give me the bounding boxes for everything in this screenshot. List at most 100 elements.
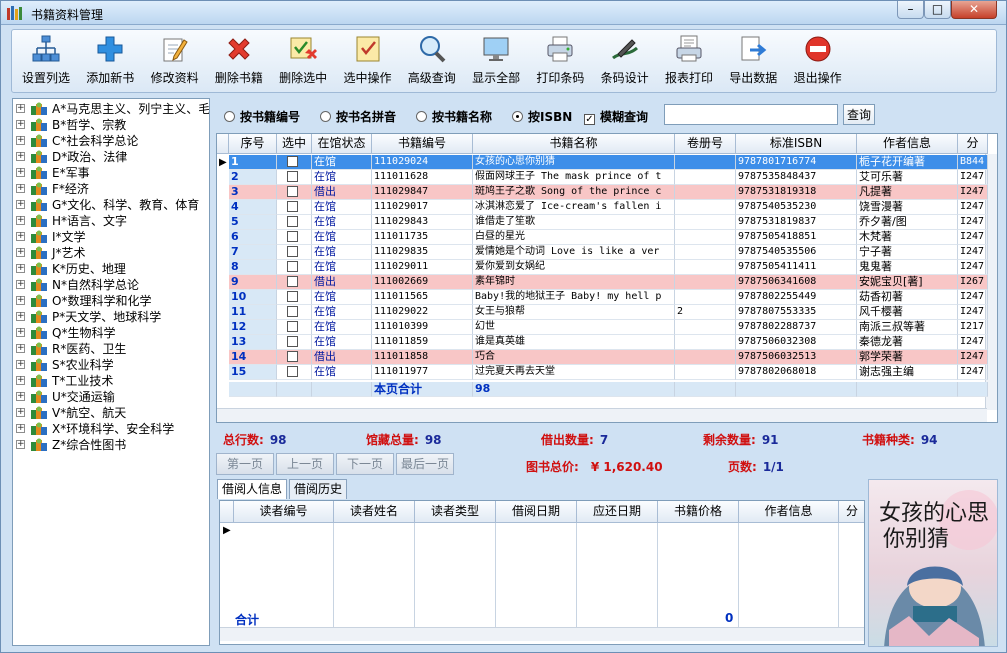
table-row[interactable]: 13 在馆 111011859 谁是真英雄 9787506032308 秦德龙著 I247 xyxy=(217,335,988,350)
grid-cell-chk[interactable] xyxy=(277,290,312,305)
toolbar-button-6[interactable]: 选中操作 xyxy=(336,34,400,92)
grid-cell-chk[interactable] xyxy=(277,350,312,365)
tree-item[interactable]: + U*交通运输 xyxy=(13,389,209,405)
expand-toggle-icon[interactable]: + xyxy=(16,328,25,337)
tab-borrow-history[interactable]: 借阅历史 xyxy=(289,479,348,499)
radio-by-code[interactable]: 按书籍编号 xyxy=(224,108,300,124)
tab-borrower-info[interactable]: 借阅人信息 xyxy=(217,479,288,499)
grid-cell-chk[interactable] xyxy=(277,230,312,245)
select-checkbox[interactable] xyxy=(287,201,298,212)
toolbar-button-9[interactable]: 打印条码 xyxy=(528,34,592,92)
table-row[interactable]: 4 在馆 111029017 冰淇淋恋爱了 Ice-cream's fallen i 9… xyxy=(217,200,988,215)
radio-by-isbn[interactable]: 按ISBN xyxy=(512,108,572,124)
grid-header-cell[interactable]: 标准ISBN xyxy=(736,134,857,154)
expand-toggle-icon[interactable]: + xyxy=(16,168,25,177)
radio-by-pinyin[interactable]: 按书名拼音 xyxy=(320,108,396,124)
tree-item[interactable]: + Q*生物科学 xyxy=(13,325,209,341)
select-checkbox[interactable] xyxy=(287,261,298,272)
tree-item[interactable]: + D*政治、法律 xyxy=(13,149,209,165)
radio-circle[interactable] xyxy=(320,111,331,122)
checkbox-box[interactable]: ✓ xyxy=(584,114,595,125)
tree-item[interactable]: + E*军事 xyxy=(13,165,209,181)
radio-circle[interactable] xyxy=(416,111,427,122)
expand-toggle-icon[interactable]: + xyxy=(16,440,25,449)
expand-toggle-icon[interactable]: + xyxy=(16,152,25,161)
select-checkbox[interactable] xyxy=(287,321,298,332)
select-checkbox[interactable] xyxy=(287,156,298,167)
radio-by-name[interactable]: 按书籍名称 xyxy=(416,108,492,124)
borrow-header-cell[interactable]: 读者类型 xyxy=(415,501,496,523)
radio-circle[interactable] xyxy=(224,111,235,122)
horizontal-scrollbar[interactable] xyxy=(217,408,987,422)
grid-cell-chk[interactable] xyxy=(277,365,312,380)
tree-item[interactable]: + F*经济 xyxy=(13,181,209,197)
tree-item[interactable]: + I*文学 xyxy=(13,229,209,245)
grid-cell-chk[interactable] xyxy=(277,245,312,260)
tree-item[interactable]: + S*农业科学 xyxy=(13,357,209,373)
grid-cell-chk[interactable] xyxy=(277,200,312,215)
grid-header-cell[interactable]: 在馆状态 xyxy=(312,134,372,154)
tree-item[interactable]: + N*自然科学总论 xyxy=(13,277,209,293)
table-row[interactable]: 3 借出 111029847 斑鸠王子之歌 Song of the prince c 9… xyxy=(217,185,988,200)
grid-cell-chk[interactable] xyxy=(277,305,312,320)
expand-toggle-icon[interactable]: + xyxy=(16,184,25,193)
close-button[interactable]: ✕ xyxy=(951,1,997,19)
borrow-grid[interactable]: 读者编号 读者姓名 读者类型 借阅日期 应还日期 书籍价格 作者信息分 ▶ 合计 0 xyxy=(219,500,865,645)
tree-item[interactable]: + J*艺术 xyxy=(13,245,209,261)
table-row[interactable]: 9 借出 111002669 素年锦时 9787506341608 安妮宝贝[著] I267 xyxy=(217,275,988,290)
grid-header-cell[interactable]: 分 xyxy=(958,134,988,154)
books-grid[interactable]: ▶ 序号 选中 在馆状态 书籍编号 书籍名称 卷册号 标准ISBN 作者信息分 1 在馆 11102… xyxy=(216,133,998,423)
tree-item[interactable]: + R*医药、卫生 xyxy=(13,341,209,357)
grid-header-cell[interactable]: 选中 xyxy=(277,134,312,154)
minimize-button[interactable]: – xyxy=(897,1,924,19)
expand-toggle-icon[interactable]: + xyxy=(16,408,25,417)
expand-toggle-icon[interactable]: + xyxy=(16,120,25,129)
table-row[interactable]: 7 在馆 111029835 爱情她是个动词 Love is like a ver 97… xyxy=(217,245,988,260)
next-page-button[interactable]: 下一页 xyxy=(336,453,394,475)
table-row[interactable]: 12 在馆 111010399 幻世 9787802288737 南派三叔等著 I217 xyxy=(217,320,988,335)
maximize-button[interactable]: □ xyxy=(924,1,951,19)
select-checkbox[interactable] xyxy=(287,216,298,227)
borrow-header-cell[interactable]: 借阅日期 xyxy=(496,501,577,523)
table-row[interactable]: 2 在馆 111011628 假面网球王子 The mask prince of t 9… xyxy=(217,170,988,185)
toolbar-button-8[interactable]: 显示全部 xyxy=(464,34,528,92)
toolbar-button-2[interactable]: 添加新书 xyxy=(78,34,142,92)
select-checkbox[interactable] xyxy=(287,171,298,182)
select-checkbox[interactable] xyxy=(287,306,298,317)
table-row[interactable]: 1 在馆 111029024 女孩的心思你别猜 9787801716774 栀子花开编著 B… xyxy=(217,155,988,170)
tree-item[interactable]: + X*环境科学、安全科学 xyxy=(13,421,209,437)
expand-toggle-icon[interactable]: + xyxy=(16,312,25,321)
grid-header-cell[interactable]: 书籍编号 xyxy=(372,134,473,154)
table-row[interactable]: 6 在馆 111011735 白昼的星光 9787505418851 木梵著 I247 xyxy=(217,230,988,245)
table-row[interactable]: 14 借出 111011858 巧合 9787506032513 郭学荣著 I247 xyxy=(217,350,988,365)
fuzzy-query-checkbox[interactable]: ✓ 模糊查询 xyxy=(584,108,648,125)
first-page-button[interactable]: 第一页 xyxy=(216,453,274,475)
title-bar[interactable]: 书籍资料管理 – □ ✕ xyxy=(1,1,1006,25)
expand-toggle-icon[interactable]: + xyxy=(16,344,25,353)
expand-toggle-icon[interactable]: + xyxy=(16,376,25,385)
expand-toggle-icon[interactable]: + xyxy=(16,360,25,369)
table-row[interactable]: 8 在馆 111029011 爱你爱到女娲纪 9787505411411 鬼鬼著 I247 xyxy=(217,260,988,275)
table-row[interactable]: 11 在馆 111029022 女王与狼帮 2 9787807553335 风千樱著 I247 xyxy=(217,305,988,320)
expand-toggle-icon[interactable]: + xyxy=(16,264,25,273)
search-input[interactable] xyxy=(664,104,838,125)
select-checkbox[interactable] xyxy=(287,336,298,347)
borrow-header-cell[interactable]: 应还日期 xyxy=(577,501,658,523)
tree-item[interactable]: + V*航空、航天 xyxy=(13,405,209,421)
grid-cell-chk[interactable] xyxy=(277,185,312,200)
tree-item[interactable]: + O*数理科学和化学 xyxy=(13,293,209,309)
grid-header-cell[interactable]: 作者信息 xyxy=(857,134,958,154)
toolbar-button-13[interactable]: 退出操作 xyxy=(786,34,850,92)
select-checkbox[interactable] xyxy=(287,231,298,242)
tree-item[interactable]: + T*工业技术 xyxy=(13,373,209,389)
expand-toggle-icon[interactable]: + xyxy=(16,392,25,401)
grid-cell-chk[interactable] xyxy=(277,170,312,185)
grid-cell-chk[interactable] xyxy=(277,320,312,335)
borrow-header-cell[interactable]: 作者信息 xyxy=(739,501,839,523)
prev-page-button[interactable]: 上一页 xyxy=(276,453,334,475)
expand-toggle-icon[interactable]: + xyxy=(16,216,25,225)
toolbar-button-10[interactable]: 条码设计 xyxy=(593,34,657,92)
select-checkbox[interactable] xyxy=(287,276,298,287)
tree-item[interactable]: + C*社会科学总论 xyxy=(13,133,209,149)
grid-header-cell[interactable]: 卷册号 xyxy=(675,134,736,154)
